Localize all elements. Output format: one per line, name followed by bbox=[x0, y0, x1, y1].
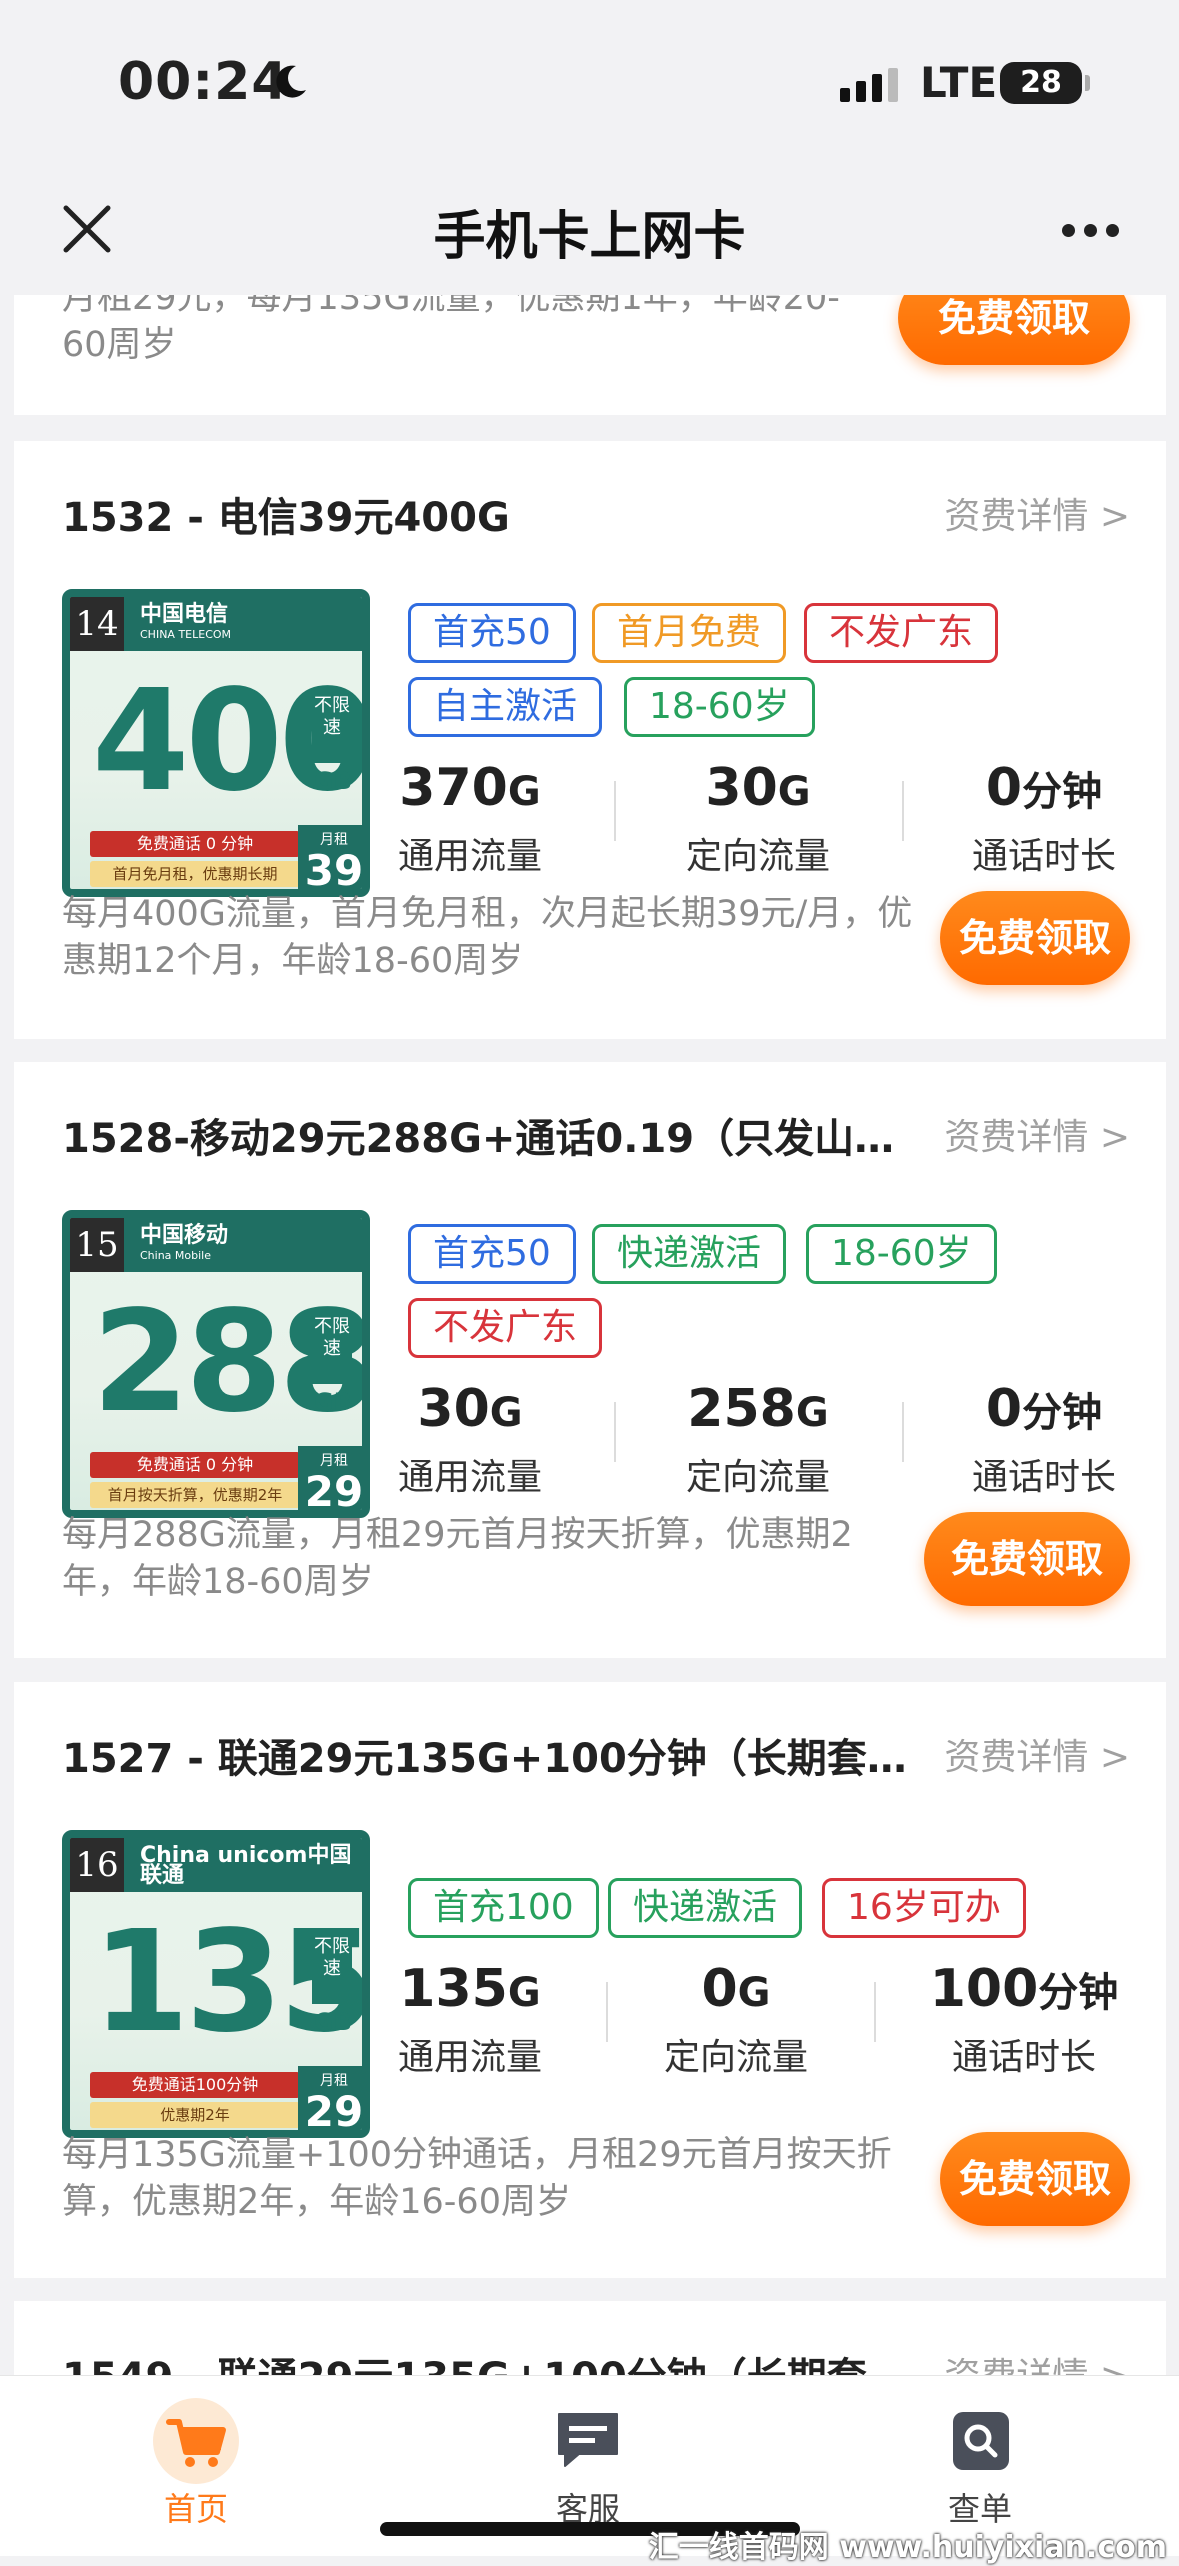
product-title[interactable]: 1532 - 电信39元400G bbox=[62, 485, 510, 543]
product-title[interactable]: 1528-移动29元288G+通话0.19（只发山… bbox=[62, 1106, 894, 1164]
tag: 18-60岁 bbox=[806, 1224, 997, 1284]
tag: 不发广东 bbox=[804, 603, 999, 663]
product-desc: 每月400G流量，首月免月租，次月起长期39元/月，优惠期12个月，年龄18-6… bbox=[62, 894, 913, 981]
chat-icon bbox=[558, 2413, 618, 2467]
thumb-price: 月租 29 bbox=[298, 1446, 362, 1510]
plan-detail-link[interactable]: 资费详情 > bbox=[944, 1108, 1130, 1160]
product-desc: 月租29元，每月135G流量，优惠期1年，年龄20-60周岁 bbox=[62, 295, 840, 365]
tag: 不发广东 bbox=[408, 1298, 603, 1358]
plan-thumbnail[interactable]: 15 中国移动 China Mobile 288 不限速 GB 免费通话 0 分钟… bbox=[62, 1210, 370, 1518]
unlimited-speed-badge: 不限速 bbox=[312, 1934, 352, 2004]
carrier-logo: 中国电信 CHINA TELECOM bbox=[140, 602, 232, 642]
plan-detail-link[interactable]: 资费详情 > bbox=[944, 487, 1130, 539]
tag: 首充50 bbox=[408, 1224, 576, 1284]
tag: 18-60岁 bbox=[624, 677, 815, 737]
product-card-1527[interactable]: 1527 - 联通29元135G+100分钟（长期套… 资费详情 > 16 Ch… bbox=[14, 1682, 1166, 2278]
stat-targeted-data: 30G 定向流量 bbox=[685, 758, 830, 877]
search-icon bbox=[953, 2412, 1009, 2470]
stat-call-minutes: 100分钟 通话时长 bbox=[929, 1959, 1119, 2078]
product-card-partial-bottom[interactable]: 1549 - 联通29元135G+100分钟（长期套… 资费详情 > bbox=[14, 2301, 1166, 2375]
product-card-1528[interactable]: 1528-移动29元288G+通话0.19（只发山… 资费详情 > 15 中国移… bbox=[14, 1062, 1166, 1658]
product-title[interactable]: 1527 - 联通29元135G+100分钟（长期套… bbox=[62, 1726, 907, 1784]
thumb-call-bar: 免费通话 0 分钟 bbox=[90, 831, 300, 857]
tab-home[interactable]: 首页 bbox=[96, 2376, 296, 2530]
tag: 首充100 bbox=[408, 1878, 599, 1938]
thumb-call-bar: 免费通话100分钟 bbox=[90, 2072, 300, 2098]
tag: 快递激活 bbox=[608, 1878, 803, 1938]
claim-button[interactable]: 免费领取 bbox=[898, 295, 1130, 365]
claim-button[interactable]: 免费领取 bbox=[924, 1512, 1130, 1606]
carrier-logo: China unicom中国联通 bbox=[140, 1843, 352, 1888]
tag: 自主激活 bbox=[408, 677, 603, 737]
thumb-unit: GB bbox=[314, 1388, 352, 1416]
status-bar: 00:24 LTE 28 bbox=[0, 0, 1179, 170]
tab-order-lookup[interactable]: 查单 bbox=[880, 2376, 1080, 2530]
thumb-promo-bar: 首月免月租，优惠期长期 bbox=[90, 861, 300, 887]
unlimited-speed-badge: 不限速 bbox=[312, 693, 352, 763]
watermark: 汇一线首码网 www.huiyixian.com bbox=[648, 2530, 1167, 2565]
thumb-price: 月租 29 bbox=[298, 2066, 362, 2130]
stat-targeted-data: 258G 定向流量 bbox=[685, 1379, 830, 1498]
tab-label: 首页 bbox=[163, 2490, 228, 2528]
more-icon[interactable] bbox=[1062, 222, 1128, 241]
stat-general-data: 30G 通用流量 bbox=[397, 1379, 542, 1498]
tab-customer-service[interactable]: 客服 bbox=[488, 2376, 688, 2530]
thumb-index: 14 bbox=[70, 597, 124, 651]
signal-icon bbox=[840, 68, 898, 102]
plan-thumbnail[interactable]: 16 China unicom中国联通 135 不限速 GB 免费通话100分钟… bbox=[62, 1830, 370, 2138]
tag: 首月免费 bbox=[592, 603, 787, 663]
tag: 16岁可办 bbox=[822, 1878, 1026, 1938]
product-card-1532[interactable]: 1532 - 电信39元400G 资费详情 > 14 中国电信 CHINA TEL… bbox=[14, 441, 1166, 1039]
plan-detail-link[interactable]: 资费详情 > bbox=[944, 1728, 1130, 1780]
product-card-partial-top: 月租29元，每月135G流量，优惠期1年，年龄20-60周岁 免费领取 bbox=[14, 295, 1166, 415]
thumb-promo-bar: 首月按天折算，优惠期2年 bbox=[90, 1482, 300, 1508]
stat-call-minutes: 0分钟 通话时长 bbox=[971, 1379, 1116, 1498]
plan-detail-link[interactable]: 资费详情 > bbox=[944, 2347, 1130, 2375]
unlimited-speed-badge: 不限速 bbox=[312, 1314, 352, 1384]
tag: 快递激活 bbox=[592, 1224, 787, 1284]
network-type: LTE bbox=[920, 58, 998, 107]
thumb-index: 16 bbox=[70, 1838, 124, 1892]
product-desc: 每月288G流量，月租29元首月按天折算，优惠期2年，年龄18-60周岁 bbox=[62, 1515, 853, 1602]
product-desc: 每月135G流量+100分钟通话，月租29元首月按天折算，优惠期2年，年龄16-… bbox=[62, 2135, 892, 2222]
thumb-index: 15 bbox=[70, 1218, 124, 1272]
thumb-price: 月租 39 bbox=[298, 825, 362, 889]
thumb-unit: GB bbox=[314, 2008, 352, 2036]
stat-general-data: 370G 通用流量 bbox=[397, 758, 542, 877]
thumb-unit: GB bbox=[314, 767, 352, 795]
stat-general-data: 135G 通用流量 bbox=[397, 1959, 542, 2078]
navigation-bar: 手机卡上网卡 bbox=[0, 170, 1179, 295]
moon-icon bbox=[276, 65, 306, 98]
claim-button[interactable]: 免费领取 bbox=[940, 891, 1130, 985]
stat-call-minutes: 0分钟 通话时长 bbox=[971, 758, 1116, 877]
battery-icon: 28 bbox=[1000, 62, 1090, 104]
product-list[interactable]: 月租29元，每月135G流量，优惠期1年，年龄20-60周岁 免费领取 1532… bbox=[0, 295, 1179, 2375]
stat-targeted-data: 0G 定向流量 bbox=[663, 1959, 808, 2078]
product-title[interactable]: 1549 - 联通29元135G+100分钟（长期套… bbox=[62, 2345, 907, 2375]
tag: 首充50 bbox=[408, 603, 576, 663]
cart-icon bbox=[166, 2419, 226, 2467]
thumb-promo-bar: 优惠期2年 bbox=[90, 2102, 300, 2128]
thumb-call-bar: 免费通话 0 分钟 bbox=[90, 1452, 300, 1478]
carrier-logo: 中国移动 China Mobile bbox=[140, 1223, 229, 1263]
page-title: 手机卡上网卡 bbox=[433, 207, 746, 267]
plan-thumbnail[interactable]: 14 中国电信 CHINA TELECOM 400 不限速 GB 免费通话 0 分… bbox=[62, 589, 370, 897]
claim-button[interactable]: 免费领取 bbox=[940, 2132, 1130, 2226]
status-time: 00:24 bbox=[118, 52, 289, 112]
